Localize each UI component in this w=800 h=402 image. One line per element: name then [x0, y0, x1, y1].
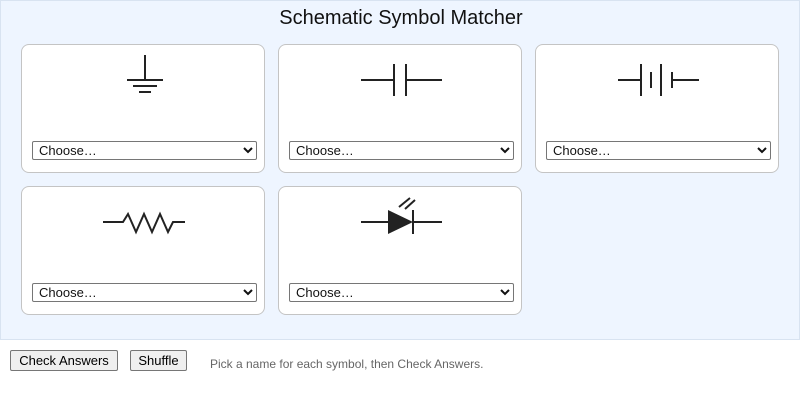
battery-symbol-icon: [618, 64, 699, 96]
symbol-card-ground: Choose…: [21, 44, 265, 173]
symbol-name-select[interactable]: Choose…: [289, 283, 514, 302]
capacitor-symbol-icon: [361, 64, 442, 96]
symbol-name-select[interactable]: Choose…: [546, 141, 771, 160]
resistor-symbol-icon: [103, 211, 185, 235]
page-title: Schematic Symbol Matcher: [279, 7, 523, 29]
ground-symbol-icon: [127, 55, 163, 93]
shuffle-button[interactable]: Shuffle: [130, 350, 187, 371]
symbol-name-select[interactable]: Choose…: [32, 283, 257, 302]
quiz-panel: Schematic Symbol Matcher Choose… Choose……: [0, 0, 800, 340]
symbol-card-led: Choose…: [278, 186, 522, 315]
symbol-name-select[interactable]: Choose…: [289, 141, 514, 160]
symbol-card-battery: Choose…: [535, 44, 779, 173]
instructions-text: Pick a name for each symbol, then Check …: [210, 357, 484, 371]
led-symbol-icon: [361, 197, 442, 234]
symbol-name-select[interactable]: Choose…: [32, 141, 257, 160]
symbol-card-resistor: Choose…: [21, 186, 265, 315]
symbol-card-capacitor: Choose…: [278, 44, 522, 173]
check-answers-button[interactable]: Check Answers: [10, 350, 118, 371]
